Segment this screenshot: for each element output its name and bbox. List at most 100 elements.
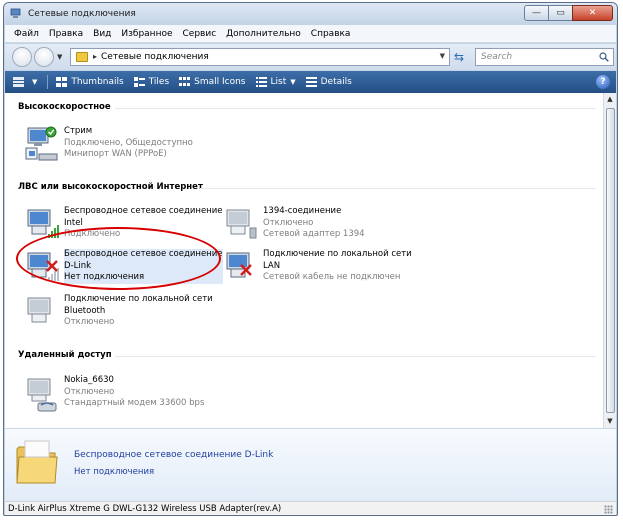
maximize-button[interactable]: ▭ bbox=[548, 5, 573, 21]
selected-highlight: Беспроводное сетевое соединение D-Link Н… bbox=[64, 249, 223, 284]
title-bar[interactable]: Сетевые подключения — ▭ ✕ bbox=[4, 3, 617, 25]
folder-icon bbox=[76, 52, 88, 62]
connection-bluetooth[interactable]: Подключение по локальной сети Bluetooth … bbox=[22, 294, 222, 334]
toolbar-divider bbox=[47, 75, 49, 89]
connection-1394[interactable]: 1394-соединение Отключено Сетевой адапте… bbox=[221, 206, 421, 246]
help-icon[interactable]: ? bbox=[596, 75, 610, 89]
group-divider bbox=[115, 356, 596, 357]
list-button[interactable]: List ▼ bbox=[255, 77, 296, 87]
dialup-modem-icon bbox=[27, 378, 57, 412]
connection-status: Подключено bbox=[64, 229, 121, 239]
connection-name: Стрим bbox=[64, 126, 93, 136]
details-label: Details bbox=[320, 77, 352, 87]
scroll-up-icon[interactable]: ▲ bbox=[604, 93, 616, 106]
group-divider bbox=[200, 188, 596, 189]
details-status: Нет подключения bbox=[74, 467, 155, 477]
connection-device: Сетевой адаптер 1394 bbox=[263, 229, 365, 239]
vertical-scrollbar[interactable]: ▲ ▼ bbox=[603, 93, 616, 428]
status-bar: D-Link AirPlus Xtreme G DWL-G132 Wireles… bbox=[5, 501, 616, 515]
connection-status: Сетевой кабель не подключен bbox=[263, 272, 401, 282]
window-title: Сетевые подключения bbox=[28, 9, 136, 19]
connection-status: Отключено bbox=[64, 386, 115, 397]
menu-file[interactable]: Файл bbox=[14, 29, 39, 39]
group-title-highspeed: Высокоскоростное bbox=[18, 102, 111, 112]
back-button[interactable] bbox=[12, 47, 32, 67]
search-placeholder: Search bbox=[481, 52, 513, 62]
list-icon bbox=[255, 77, 267, 87]
breadcrumb-chevron-icon[interactable]: ▸ bbox=[93, 52, 97, 61]
file-list-pane: Высокоскоростное Стрим Подключено, Общед… bbox=[5, 93, 616, 428]
thumbnails-icon bbox=[56, 77, 68, 87]
views-icon bbox=[13, 77, 24, 87]
scroll-thumb[interactable] bbox=[606, 108, 615, 413]
connection-wireless-intel[interactable]: Беспроводное сетевое соединение Intel По… bbox=[22, 206, 223, 246]
small-icons-icon bbox=[179, 77, 191, 86]
lan-disconnected-icon bbox=[226, 252, 252, 278]
thumbnails-label: Thumbnails bbox=[71, 77, 124, 87]
details-title: Беспроводное сетевое соединение D-Link bbox=[74, 450, 274, 460]
folder-icon bbox=[16, 440, 58, 484]
list-label: List bbox=[270, 77, 287, 87]
tiles-label: Tiles bbox=[148, 77, 170, 87]
details-pane: Беспроводное сетевое соединение D-Link Н… bbox=[5, 428, 616, 501]
connection-status: Отключено bbox=[263, 217, 314, 228]
menu-advanced[interactable]: Дополнительно bbox=[226, 29, 301, 39]
connection-device: Bluetooth bbox=[64, 305, 106, 316]
search-icon[interactable] bbox=[599, 52, 609, 62]
connection-lan[interactable]: Подключение по локальной сети LAN Сетево… bbox=[221, 249, 421, 289]
connection-name: Подключение по локальной сети bbox=[263, 249, 412, 259]
breadcrumb-current[interactable]: Сетевые подключения bbox=[101, 52, 209, 62]
connection-nokia[interactable]: Nokia_6630 Отключено Стандартный модем 3… bbox=[22, 375, 222, 415]
connection-device: Intel bbox=[64, 217, 83, 228]
connection-name: 1394-соединение bbox=[263, 206, 342, 216]
menu-tools[interactable]: Сервис bbox=[183, 29, 217, 39]
resize-grip-icon[interactable] bbox=[604, 505, 613, 514]
tiles-icon bbox=[133, 77, 145, 87]
search-input[interactable]: Search bbox=[475, 48, 614, 66]
connection-device: Стандартный модем 33600 bps bbox=[64, 398, 205, 408]
menu-help[interactable]: Справка bbox=[311, 29, 351, 39]
views-menu-button[interactable]: ▼ bbox=[13, 77, 37, 87]
recent-pages-dropdown-icon[interactable]: ▼ bbox=[57, 53, 62, 61]
thumbnails-button[interactable]: Thumbnails bbox=[56, 77, 124, 87]
address-field[interactable]: ▸ Сетевые подключения ▼ bbox=[70, 48, 450, 66]
group-title-lan: ЛВС или высокоскоростной Интернет bbox=[18, 182, 203, 192]
address-dropdown-icon[interactable]: ▼ bbox=[440, 52, 445, 60]
connection-wireless-dlink[interactable]: Беспроводное сетевое соединение D-Link Н… bbox=[22, 249, 223, 289]
menu-bar: Файл Правка Вид Избранное Сервис Дополни… bbox=[5, 25, 616, 43]
list-dropdown-icon: ▼ bbox=[290, 78, 296, 86]
status-text: D-Link AirPlus Xtreme G DWL-G132 Wireles… bbox=[8, 504, 282, 514]
connection-stream[interactable]: Стрим Подключено, Общедоступно Минипорт … bbox=[22, 126, 222, 166]
connection-device: D-Link bbox=[64, 260, 92, 271]
menu-view[interactable]: Вид bbox=[93, 29, 111, 39]
views-dropdown-icon: ▼ bbox=[32, 78, 38, 86]
menu-edit[interactable]: Правка bbox=[49, 29, 83, 39]
explorer-window: Сетевые подключения — ▭ ✕ Файл Правка Ви… bbox=[3, 2, 618, 516]
connection-name: Nokia_6630 bbox=[64, 375, 114, 385]
scroll-down-icon[interactable]: ▼ bbox=[604, 415, 616, 428]
views-toolbar: ▼ Thumbnails Tiles Small Icons List ▼ De… bbox=[5, 71, 616, 93]
small-icons-button[interactable]: Small Icons bbox=[179, 77, 246, 87]
connection-name: Подключение по локальной сети bbox=[64, 294, 213, 304]
group-title-dialup: Удаленный доступ bbox=[18, 350, 112, 360]
details-button[interactable]: Details bbox=[305, 77, 352, 87]
connection-status: Нет подключения bbox=[64, 272, 145, 282]
forward-button[interactable] bbox=[34, 47, 54, 67]
connection-name: Беспроводное сетевое соединение bbox=[64, 249, 223, 259]
wireless-connection-icon bbox=[27, 209, 59, 238]
broadband-connection-icon bbox=[25, 126, 58, 161]
connection-device: Минипорт WAN (PPPoE) bbox=[64, 149, 167, 159]
network-adapter-icon bbox=[226, 209, 257, 239]
network-connections-icon bbox=[10, 8, 21, 18]
network-adapter-icon bbox=[27, 297, 51, 323]
connection-device: LAN bbox=[263, 260, 281, 271]
close-button[interactable]: ✕ bbox=[572, 5, 613, 21]
refresh-icon[interactable]: ⇆ bbox=[454, 50, 464, 64]
details-icon bbox=[305, 77, 317, 87]
connection-status: Отключено bbox=[64, 317, 115, 327]
tiles-button[interactable]: Tiles bbox=[133, 77, 170, 87]
minimize-button[interactable]: — bbox=[524, 5, 549, 21]
menu-favorites[interactable]: Избранное bbox=[121, 29, 172, 39]
small-icons-label: Small Icons bbox=[194, 77, 246, 87]
wireless-disconnected-icon bbox=[27, 252, 59, 281]
